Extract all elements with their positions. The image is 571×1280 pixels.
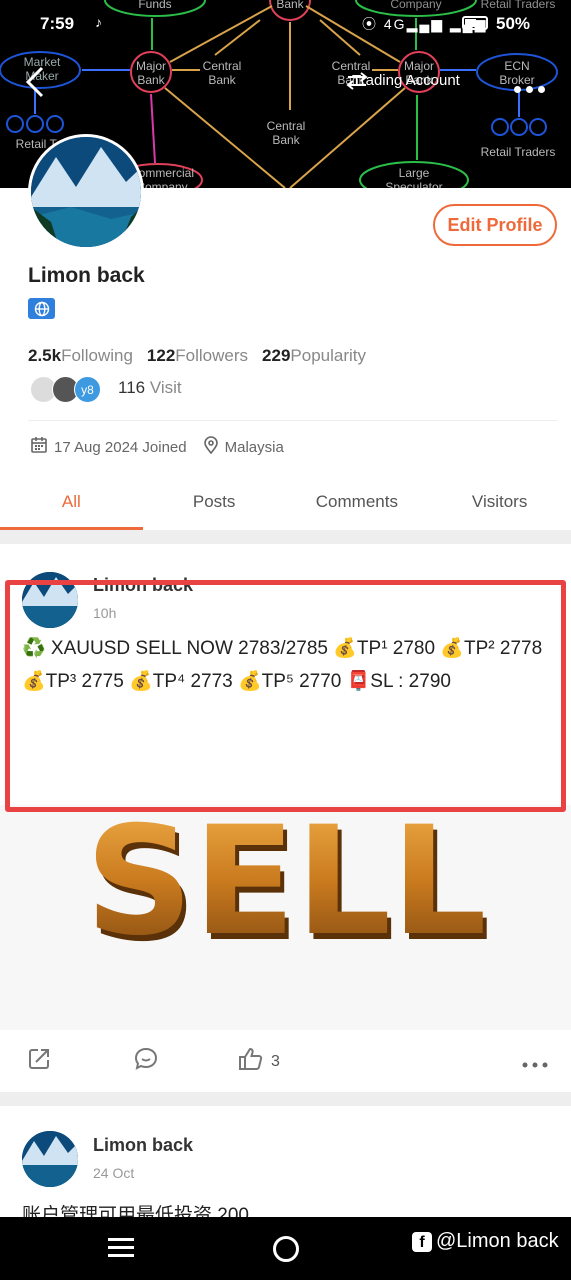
trading-account-button[interactable]: Trading Account	[346, 72, 460, 90]
followers-count[interactable]: 122	[147, 346, 175, 365]
battery-icon	[462, 16, 488, 30]
back-arrow-icon[interactable]	[22, 64, 52, 100]
highlight-box	[5, 580, 566, 812]
following-label[interactable]: Following	[61, 346, 133, 365]
svg-text:Bank: Bank	[276, 0, 304, 11]
svg-text:Speculator: Speculator	[385, 180, 442, 188]
svg-text:Retail Traders: Retail Traders	[481, 145, 556, 159]
section-separator	[0, 1092, 571, 1106]
visit-number: 116	[118, 378, 146, 397]
battery-percent: 50%	[496, 14, 531, 33]
joined-date: 17 Aug 2024 Joined	[54, 438, 187, 456]
profile-name: Limon back	[28, 264, 145, 287]
svg-text:Large: Large	[399, 166, 430, 180]
svg-text:Central: Central	[332, 59, 371, 73]
post-actions	[0, 1030, 571, 1092]
post-author-name[interactable]: Limon back	[93, 1135, 193, 1156]
svg-text:Bank: Bank	[272, 133, 300, 147]
svg-text:Bank: Bank	[208, 73, 236, 87]
location-pin-icon	[203, 436, 219, 458]
post-image[interactable]: SELL SELL	[0, 795, 571, 1030]
watermark: f @Limon back	[412, 1230, 559, 1253]
more-icon[interactable]	[514, 80, 552, 93]
share-icon[interactable]	[26, 1046, 52, 1074]
svg-text:Major: Major	[136, 59, 166, 73]
menu-icon[interactable]	[108, 1238, 134, 1258]
tab-all[interactable]: All	[0, 480, 143, 530]
profile-avatar[interactable]	[28, 134, 144, 250]
calendar-icon	[30, 436, 48, 458]
svg-text:Company: Company	[390, 0, 441, 11]
facebook-icon: f	[412, 1231, 432, 1252]
followers-label[interactable]: Followers	[175, 346, 248, 365]
visitor-avatar: y8	[74, 376, 101, 403]
globe-icon	[28, 298, 55, 319]
visit-label: Visit	[149, 378, 182, 397]
profile-tabs: All Posts Comments Visitors	[0, 480, 571, 530]
svg-text:Central: Central	[267, 119, 306, 133]
edit-profile-button[interactable]: Edit Profile	[433, 204, 557, 246]
svg-text:Bank: Bank	[137, 73, 165, 87]
post-time: 24 Oct	[93, 1165, 135, 1181]
more-options-icon[interactable]	[522, 1056, 548, 1084]
like-count: 3	[271, 1053, 280, 1070]
thumbs-up-icon[interactable]	[238, 1046, 264, 1074]
tab-posts[interactable]: Posts	[143, 480, 286, 530]
tab-comments[interactable]: Comments	[286, 480, 429, 530]
profile-stats: 2.5kFollowing 122Followers 229Popularity	[28, 346, 366, 366]
status-time: 7:59	[40, 14, 75, 33]
following-count[interactable]: 2.5k	[28, 346, 61, 365]
home-icon[interactable]	[273, 1236, 299, 1262]
sell-image-text: SELL	[85, 805, 487, 969]
popularity-label: Popularity	[290, 346, 367, 365]
svg-text:Funds: Funds	[138, 0, 171, 11]
profile-meta: 17 Aug 2024 Joined Malaysia	[30, 436, 300, 458]
trading-account-label: Trading Account	[352, 72, 460, 89]
network-type: 4G	[383, 16, 407, 32]
tab-visitors[interactable]: Visitors	[428, 480, 571, 530]
visit-count: 116 Visit	[118, 378, 182, 398]
svg-text:ECN: ECN	[504, 59, 529, 73]
post-author-avatar[interactable]	[22, 1131, 78, 1187]
comment-icon[interactable]	[133, 1046, 159, 1074]
location-text: Malaysia	[224, 438, 284, 456]
svg-text:Company: Company	[136, 180, 187, 188]
profile-screen: Funds Bank Company Retail Traders Market…	[0, 0, 571, 1280]
status-bar: 7:59 ♪ ⦿ 4G▂▄▆ ▂▄▆ 50%	[0, 12, 571, 38]
watermark-text: @Limon back	[436, 1230, 559, 1252]
section-separator	[0, 530, 571, 544]
popularity-count: 229	[262, 346, 291, 365]
svg-text:Major: Major	[404, 59, 434, 73]
svg-text:Retail Traders: Retail Traders	[481, 0, 556, 11]
divider	[28, 420, 558, 421]
tiktok-icon: ♪	[95, 14, 102, 30]
svg-text:Central: Central	[203, 59, 242, 73]
